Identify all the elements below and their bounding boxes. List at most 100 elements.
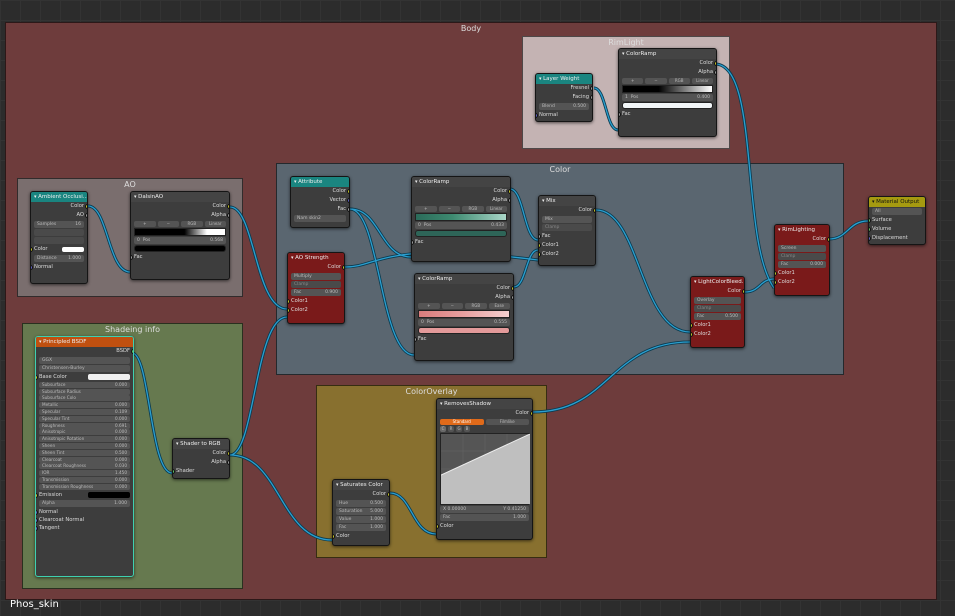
node-title[interactable]: DalsinAO [131, 192, 229, 202]
color-ramp-gradient[interactable] [622, 85, 713, 93]
socket-input[interactable] [619, 112, 621, 117]
hue-field[interactable]: Hue 0.500 [336, 500, 386, 507]
socket-input[interactable] [412, 240, 414, 245]
node-title[interactable]: Saturates Color [333, 480, 389, 490]
socket-input[interactable] [288, 308, 290, 313]
socket-input[interactable] [539, 252, 541, 257]
interpolation-select[interactable]: Ease [488, 303, 510, 309]
clamp-checkbox[interactable]: Clamp [542, 224, 592, 231]
socket-input[interactable] [869, 218, 871, 223]
bsdf-param-field[interactable]: Anisotropic 0.000 [39, 429, 130, 436]
color-ramp-gradient[interactable] [134, 228, 226, 236]
node-light-color-bleed[interactable]: LightColorBleed... Color Overlay Clamp F… [690, 276, 745, 348]
socket-input[interactable] [536, 113, 538, 118]
socket-input[interactable] [869, 236, 871, 241]
socket-output[interactable] [227, 460, 229, 465]
socket-input[interactable] [36, 525, 38, 531]
socket-output[interactable] [590, 86, 592, 91]
socket-output[interactable] [347, 207, 349, 212]
fac-field[interactable]: Fac 0.000 [778, 261, 826, 268]
node-ambient-occlusion[interactable]: Ambient Occlusi... Color AO Samples 16 Co… [30, 191, 88, 284]
socket-input[interactable] [691, 323, 693, 328]
node-removes-shadow[interactable]: RemovesShadow Color StandardFilmlike CRG… [436, 398, 533, 540]
node-saturates-color[interactable]: Saturates Color Color Hue 0.500 Saturatio… [332, 479, 390, 546]
socket-input[interactable] [36, 509, 38, 515]
socket-input[interactable] [36, 375, 38, 380]
node-ao-strength[interactable]: AO Strength Color Multiply Clamp Fac 0.90… [287, 252, 345, 324]
socket-output[interactable] [590, 95, 592, 100]
socket-output[interactable] [511, 295, 513, 300]
node-title[interactable]: Material Output [869, 197, 925, 207]
bsdf-param-field[interactable]: Transmission Roughness 0.000 [39, 483, 130, 490]
socket-input[interactable] [31, 247, 33, 252]
socket-input[interactable] [36, 492, 38, 498]
distance-field[interactable]: Distance 1.000 [34, 255, 84, 262]
color-swatch[interactable] [88, 374, 130, 380]
curve-mode-tabs[interactable]: Standard Filmlike [440, 419, 529, 425]
color-mode-select[interactable]: RGB [462, 206, 484, 212]
subsurface-method-select[interactable]: Christensen-Burley [39, 365, 130, 372]
node-title[interactable]: ColorRamp [412, 177, 510, 187]
socket-input[interactable] [173, 469, 175, 474]
samples-field[interactable]: Samples 16 [34, 221, 84, 228]
socket-input[interactable] [539, 243, 541, 248]
channel-b-tab[interactable]: B [464, 426, 470, 432]
bsdf-param-field[interactable]: Specular 0.109 [39, 408, 130, 415]
socket-input[interactable] [539, 234, 541, 239]
socket-output[interactable] [714, 61, 716, 66]
color-swatch[interactable] [88, 491, 130, 498]
remove-stop-button[interactable]: − [438, 206, 460, 212]
blend-mode-select[interactable]: Mix [542, 216, 592, 223]
socket-input[interactable] [437, 524, 439, 529]
clamp-checkbox[interactable]: Clamp [694, 305, 741, 312]
node-rim-lighting[interactable]: RimLighting Color Screen Clamp Fac0.000 … [774, 224, 830, 296]
alpha-field[interactable]: Alpha 1.000 [39, 499, 130, 507]
color-swatch[interactable] [62, 247, 84, 252]
node-title[interactable]: Layer Weight [536, 74, 592, 84]
socket-output[interactable] [508, 189, 510, 194]
ramp-toolbar[interactable]: + − RGB Ease [418, 303, 510, 309]
blend-mode-select[interactable]: Screen [778, 245, 826, 252]
socket-input[interactable] [869, 227, 871, 232]
socket-input[interactable] [333, 534, 335, 539]
bsdf-param-field[interactable]: Sheen 0.000 [39, 442, 130, 449]
color-ramp-gradient[interactable] [418, 310, 510, 318]
stop-color-swatch[interactable] [418, 327, 510, 334]
socket-output[interactable] [827, 237, 829, 242]
socket-output[interactable] [347, 198, 349, 203]
clamp-checkbox[interactable]: Clamp [291, 281, 341, 288]
node-colorramp-1[interactable]: ColorRamp Color Alpha +−RGBLinear 0 Pos0… [411, 176, 511, 262]
channel-r-tab[interactable]: R [448, 426, 454, 432]
ramp-toolbar[interactable]: + − RGB Linear [622, 78, 713, 84]
color-mode-select[interactable]: RGB [668, 78, 690, 84]
interpolation-select[interactable]: Linear [485, 206, 507, 212]
target-select[interactable]: All [872, 208, 922, 215]
ramp-toolbar[interactable]: + − RGB Linear [415, 206, 507, 212]
node-title[interactable]: ColorRamp [415, 274, 513, 284]
bsdf-param-field[interactable]: Subsurface 0.000 [39, 381, 130, 388]
node-title[interactable]: Principled BSDF [36, 337, 133, 347]
clamp-checkbox[interactable]: Clamp [778, 253, 826, 260]
tab-filmlike[interactable]: Filmlike [485, 419, 529, 425]
channel-c-tab[interactable]: C [440, 426, 446, 432]
fac-field[interactable]: Fac 0.500 [694, 313, 741, 320]
node-shader-to-rgb[interactable]: Shader to RGB Color Alpha Shader [172, 438, 230, 479]
interpolation-select[interactable]: Linear [204, 221, 226, 227]
node-dalsin-ao[interactable]: DalsinAO Color Alpha +−RGBLinear 0 Pos 0.… [130, 191, 230, 280]
blend-mode-select[interactable]: Multiply [291, 273, 341, 280]
only-local-checkbox[interactable] [34, 237, 84, 244]
add-stop-button[interactable]: + [418, 303, 440, 309]
bsdf-param-field[interactable]: Clearcoat Roughness 0.030 [39, 463, 130, 470]
blend-mode-select[interactable]: Overlay [694, 297, 741, 304]
socket-output[interactable] [387, 492, 389, 497]
node-attribute[interactable]: Attribute Color Vector Fac Nam skin2 [290, 176, 350, 228]
socket-input[interactable] [131, 255, 133, 260]
distribution-select[interactable]: GGX [39, 357, 130, 364]
color-ramp-gradient[interactable] [415, 213, 507, 221]
bsdf-param-field[interactable]: Subsurface Colo [39, 395, 130, 402]
socket-input[interactable] [691, 332, 693, 337]
node-rim-colorramp[interactable]: ColorRamp Color Alpha +−RGBLinear 1 Pos 0… [618, 48, 717, 137]
node-colorramp-2[interactable]: ColorRamp Color Alpha +−RGBEase 0 Pos 0.5… [414, 273, 514, 361]
attribute-name-field[interactable]: Nam skin2 [294, 215, 346, 222]
node-title[interactable]: AO Strength [288, 253, 344, 263]
